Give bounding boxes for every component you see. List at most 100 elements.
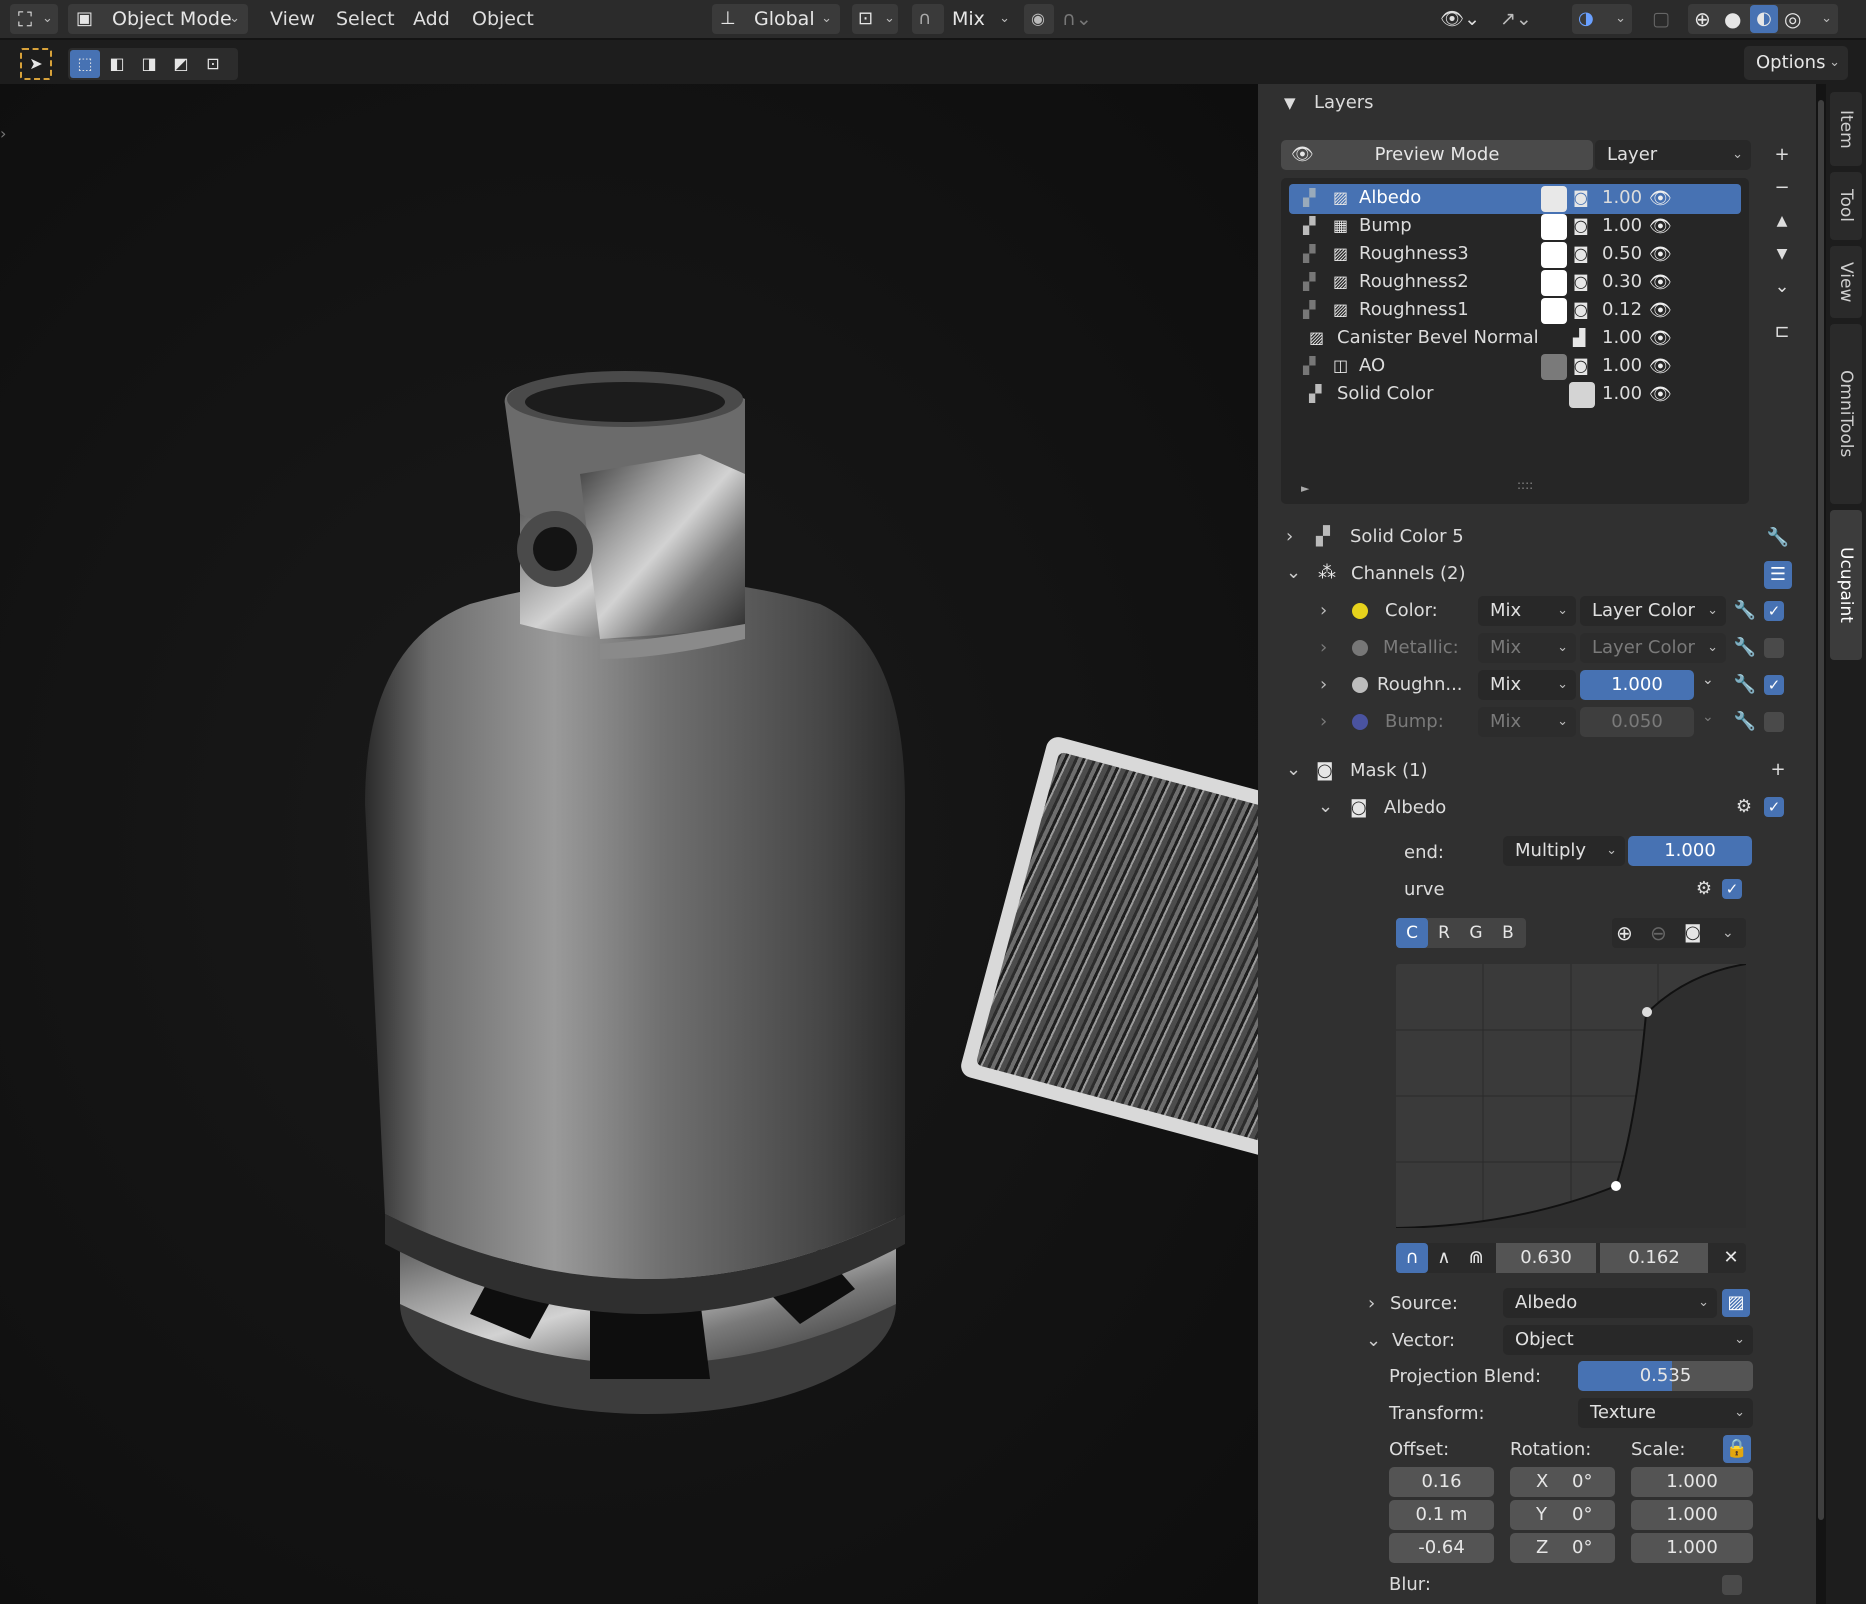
wrench-icon[interactable]: 🔧 [1731, 634, 1759, 662]
channel-blend-dropdown[interactable]: Mix ⌄ [1478, 596, 1576, 626]
curve-channel-g[interactable]: G [1460, 918, 1492, 948]
channel-enable-checkbox[interactable]: ✓ [1764, 601, 1784, 621]
menu-view[interactable]: View [270, 4, 315, 34]
clip-icon[interactable]: ◙ [1684, 918, 1701, 948]
offset-y-field[interactable]: 0.1 m [1389, 1500, 1494, 1530]
rotation-x-field[interactable]: X 0° [1510, 1467, 1615, 1497]
image-icon[interactable]: ▨ [1722, 1289, 1750, 1317]
wireframe-shading-icon[interactable]: ⊕ [1694, 4, 1711, 34]
more-chevron-icon[interactable]: ⌄ [1768, 273, 1796, 301]
tab-ucupaint[interactable]: Ucupaint [1830, 510, 1862, 660]
preview-mode-toggle[interactable]: 👁 Preview Mode [1281, 140, 1593, 170]
layer-select-dropdown[interactable]: Layer ⌄ [1595, 140, 1751, 170]
falloff-icon[interactable]: ∩⌄ [1062, 4, 1092, 34]
solid-shading-icon[interactable]: ● [1724, 4, 1741, 34]
list-item[interactable]: ▞ ◫ AO ◙ 1.00 👁 [1289, 352, 1741, 382]
layer-color-swatch[interactable] [1541, 186, 1567, 212]
channel-blend-dropdown[interactable]: Mix ⌄ [1478, 633, 1576, 663]
offset-z-field[interactable]: -0.64 [1389, 1533, 1494, 1563]
blur-checkbox[interactable] [1722, 1575, 1742, 1595]
pivot-dropdown[interactable]: ⊡ ⌄ [852, 4, 898, 34]
visibility-eye-icon[interactable]: 👁 [1649, 356, 1672, 377]
wrench-icon[interactable]: 🔧 [1731, 671, 1759, 699]
list-item[interactable]: ▨ Canister Bevel Normal ▟ 1.00 👁 [1289, 324, 1741, 354]
layer-color-swatch[interactable] [1541, 242, 1567, 268]
mask-icon[interactable]: ◙ [1573, 188, 1589, 207]
delete-point-icon[interactable]: ✕ [1716, 1243, 1746, 1273]
auto-clamped-handle-icon[interactable]: ⋒ [1460, 1243, 1492, 1273]
layer-color-swatch[interactable] [1541, 298, 1567, 324]
zoom-out-icon[interactable]: ⊖ [1650, 918, 1667, 948]
layer-opacity[interactable]: 1.00 [1602, 187, 1642, 208]
menu-add[interactable]: Add [413, 4, 450, 34]
mode-dropdown[interactable]: ▣ Object Mode ⌄ [68, 4, 248, 34]
visibility-eye-icon[interactable]: 👁 [1649, 272, 1672, 293]
curve-enable-checkbox[interactable]: ✓ [1722, 879, 1742, 899]
expand-arrow-icon[interactable]: › [1286, 526, 1293, 547]
zoom-in-icon[interactable]: ⊕ [1616, 918, 1633, 948]
list-item[interactable]: ▞ ▨ Roughness2 ◙ 0.30 👁 [1289, 268, 1741, 298]
curve-point-x-field[interactable]: 0.630 [1496, 1243, 1596, 1273]
visibility-eye-icon[interactable]: 👁 [1649, 188, 1672, 209]
offset-x-field[interactable]: 0.16 [1389, 1467, 1494, 1497]
channel-value-dropdown[interactable]: Layer Color ⌄ [1580, 633, 1726, 663]
layer-opacity[interactable]: 0.30 [1602, 271, 1642, 292]
chevron-down-icon[interactable]: ⌄ [1702, 672, 1714, 688]
visibility-eye-icon[interactable]: 👁 [1649, 216, 1672, 237]
layer-opacity[interactable]: 0.12 [1602, 299, 1642, 320]
transform-dropdown[interactable]: Texture ⌄ [1578, 1398, 1753, 1428]
layer-color-swatch[interactable] [1569, 382, 1595, 408]
expand-arrow-icon[interactable]: › [1320, 711, 1327, 732]
scale-z-field[interactable]: 1.000 [1631, 1533, 1753, 1563]
transform-orientation-dropdown[interactable]: ⊥ Global ⌄ [712, 4, 840, 34]
rotation-y-field[interactable]: Y 0° [1510, 1500, 1615, 1530]
mask-enable-checkbox[interactable]: ✓ [1764, 797, 1784, 817]
channel-list-icon[interactable]: ☰ [1764, 561, 1792, 589]
visibility-eye-icon[interactable]: 👁 [1649, 328, 1672, 349]
visibility-eye-icon[interactable]: 👁 [1649, 300, 1672, 321]
remove-layer-icon[interactable]: − [1768, 174, 1796, 202]
tab-tool[interactable]: Tool [1830, 172, 1862, 240]
list-item[interactable]: ▞ ▨ Roughness1 ◙ 0.12 👁 [1289, 296, 1741, 326]
snap-mode-dropdown[interactable]: Mix ⌄ [946, 4, 1014, 34]
proportional-edit-toggle[interactable]: ◉ [1024, 4, 1054, 34]
channel-enable-checkbox[interactable] [1764, 712, 1784, 732]
channel-blend-dropdown[interactable]: Mix ⌄ [1478, 707, 1576, 737]
editor-type-button[interactable]: ⛶ ⌄ [10, 4, 58, 34]
new-selection-icon[interactable]: ⬚ [70, 50, 100, 78]
list-item[interactable]: ▞ Solid Color 1.00 👁 [1289, 380, 1741, 410]
material-shading-icon[interactable]: ◐ [1750, 5, 1778, 33]
visibility-icon[interactable]: 👁⌄ [1440, 4, 1480, 34]
mask-icon[interactable]: ◙ [1573, 272, 1589, 291]
normal-map-icon[interactable]: ▟ [1573, 328, 1585, 347]
panel-scrollbar[interactable] [1818, 100, 1824, 1520]
expand-arrow-icon[interactable]: › [1320, 637, 1327, 658]
layer-opacity[interactable]: 1.00 [1602, 327, 1642, 348]
menu-select[interactable]: Select [336, 4, 395, 34]
mask-icon[interactable]: ◙ [1573, 244, 1589, 263]
layer-color-swatch[interactable] [1541, 270, 1567, 296]
gizmo-icon[interactable]: ↗⌄ [1500, 4, 1532, 34]
vector-handle-icon[interactable]: ∧ [1428, 1243, 1460, 1273]
layer-opacity[interactable]: 0.50 [1602, 243, 1642, 264]
move-up-icon[interactable]: ▲ [1768, 207, 1796, 235]
extend-selection-icon[interactable]: ◧ [102, 50, 132, 78]
subtract-selection-icon[interactable]: ◨ [134, 50, 164, 78]
hierarchy-icon[interactable]: ⊏ [1768, 318, 1796, 346]
layer-opacity[interactable]: 1.00 [1602, 215, 1642, 236]
rendered-shading-icon[interactable]: ◎ [1784, 4, 1801, 34]
rotation-z-field[interactable]: Z 0° [1510, 1533, 1615, 1563]
mask-blend-dropdown[interactable]: Multiply ⌄ [1503, 836, 1625, 866]
tab-omnitools[interactable]: OmniTools [1830, 324, 1862, 504]
source-dropdown[interactable]: Albedo ⌄ [1503, 1288, 1717, 1318]
tab-item[interactable]: Item [1830, 92, 1862, 166]
mask-blend-value-field[interactable]: 1.000 [1628, 836, 1752, 866]
select-tool-icon[interactable]: ➤ [20, 48, 52, 80]
channel-value-dropdown[interactable]: Layer Color ⌄ [1580, 596, 1726, 626]
bump-value-field[interactable]: 0.050 [1580, 707, 1694, 737]
visibility-eye-icon[interactable]: 👁 [1649, 384, 1672, 405]
collapse-arrow-icon[interactable]: ⌄ [1286, 759, 1301, 780]
vector-dropdown[interactable]: Object ⌄ [1503, 1325, 1753, 1355]
channel-enable-checkbox[interactable]: ✓ [1764, 675, 1784, 695]
invert-selection-icon[interactable]: ◩ [166, 50, 196, 78]
